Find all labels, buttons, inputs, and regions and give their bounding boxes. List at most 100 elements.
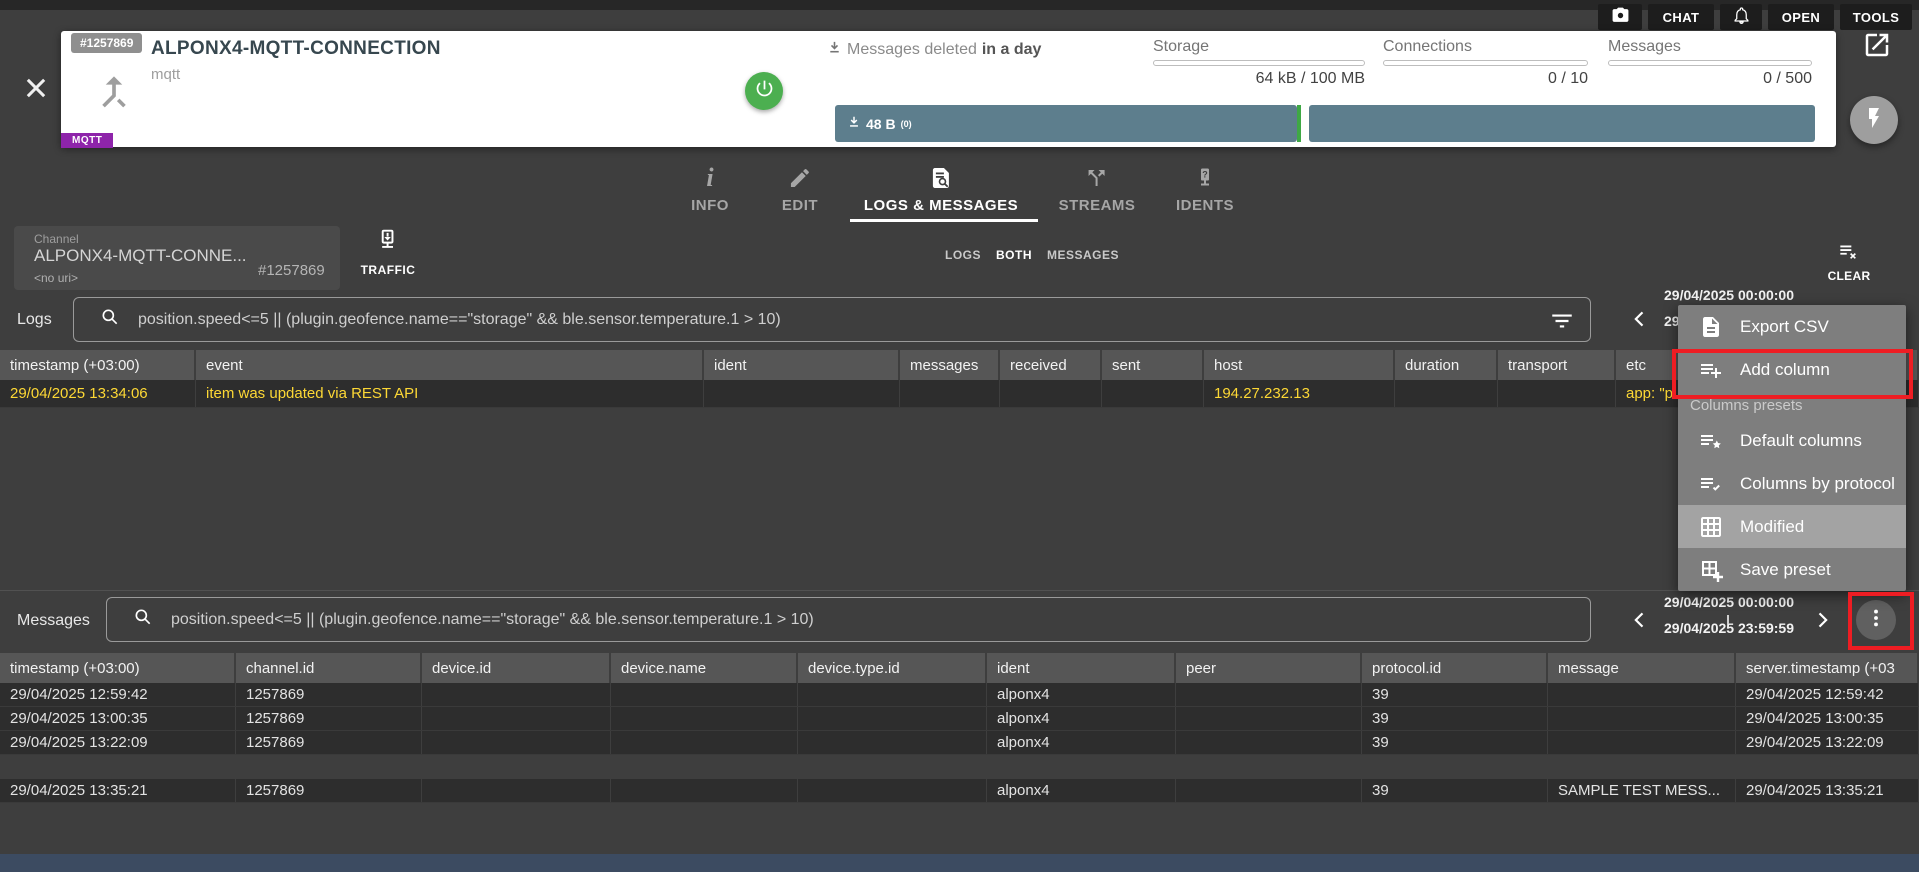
messages-next-range-button[interactable] — [1812, 609, 1832, 631]
buffer-size-badge: 48 B (0) — [835, 115, 912, 132]
column-header-channel-id[interactable]: channel.id — [236, 653, 422, 683]
logs-table: timestamp (+03:00) event ident messages rece… — [0, 350, 1919, 408]
column-header-ident[interactable]: ident — [987, 653, 1176, 683]
notifications-button[interactable] — [1720, 4, 1762, 30]
tab-idents[interactable]: ? IDENTS — [1176, 164, 1234, 214]
column-header-device-type-id[interactable]: device.type.id — [798, 653, 987, 683]
messages-date-range[interactable]: 29/04/2025 00:00:00 29/04/2025 23:59:59 — [1652, 594, 1806, 636]
chat-button[interactable]: CHAT — [1648, 4, 1714, 30]
buffer-segment-1[interactable]: 48 B (0) — [835, 105, 1297, 142]
column-header-timestamp-03-00[interactable]: timestamp (+03:00) — [0, 653, 236, 683]
column-header-device-id[interactable]: device.id — [422, 653, 611, 683]
table-cell: alponx4 — [987, 779, 1176, 802]
list-star-icon — [1699, 429, 1723, 453]
menu-item-columns-by-protocol[interactable]: Columns by protocol — [1678, 462, 1906, 505]
logs-search-input[interactable]: position.speed<=5 || (plugin.geofence.na… — [73, 297, 1591, 342]
column-header-messages[interactable]: messages — [900, 350, 1000, 380]
menu-item-label: Default columns — [1740, 430, 1862, 450]
tab-label: LOGS & MESSAGES — [863, 197, 1019, 214]
table-row[interactable]: 29/04/2025 13:00:35 1257869 alponx4 39 29/04… — [0, 707, 1919, 731]
messages-prev-range-button[interactable] — [1630, 609, 1650, 631]
buffer-divider — [1297, 105, 1301, 142]
deleted-prefix: Messages deleted — [847, 41, 977, 58]
menu-item-save-preset[interactable]: Save preset — [1678, 548, 1906, 591]
column-header-peer[interactable]: peer — [1176, 653, 1362, 683]
table-cell — [1548, 683, 1736, 706]
table-cell: 194.27.232.13 — [1204, 380, 1395, 407]
meter-bar — [1383, 60, 1588, 66]
menu-item-default-columns[interactable]: Default columns — [1678, 419, 1906, 462]
logs-prev-range-button[interactable] — [1630, 308, 1650, 330]
table-row[interactable]: 29/04/2025 13:22:09 1257869 alponx4 39 29/04… — [0, 731, 1919, 755]
tab-label: IDENTS — [1175, 197, 1235, 214]
tools-button[interactable]: TOOLS — [1840, 4, 1912, 30]
column-header-server-timestamp-03[interactable]: server.timestamp (+03 — [1736, 653, 1919, 683]
mode-segment-both[interactable]: BOTH — [996, 248, 1032, 262]
tab-logs-messages[interactable]: LOGS & MESSAGES — [864, 164, 1018, 214]
chevron-right-icon — [1812, 612, 1832, 635]
table-row[interactable]: 29/04/2025 12:59:42 1257869 alponx4 39 29/04… — [0, 683, 1919, 707]
screenshot-button[interactable] — [1598, 4, 1642, 30]
table-cell — [704, 380, 900, 407]
open-in-new-button[interactable] — [1862, 30, 1892, 60]
channel-title: ALPONX4-MQTT-CONNECTION — [151, 38, 441, 59]
messages-search-input[interactable]: position.speed<=5 || (plugin.geofence.na… — [106, 597, 1591, 642]
table-cell — [798, 731, 987, 754]
clear-button[interactable]: CLEAR — [1828, 240, 1871, 283]
column-header-event[interactable]: event — [196, 350, 704, 380]
tab-edit[interactable]: EDIT — [782, 164, 818, 214]
download-icon — [847, 115, 861, 132]
tab-streams[interactable]: STREAMS — [1059, 164, 1136, 214]
pencil-icon — [788, 164, 812, 190]
table-cell — [422, 683, 611, 706]
table-row[interactable]: 29/04/2025 13:35:21 1257869 alponx4 39 SAMPL… — [0, 779, 1919, 803]
mode-segment-logs[interactable]: LOGS — [945, 248, 981, 262]
traffic-button-label: TRAFFIC — [360, 263, 416, 277]
messages-pane-label: Messages — [17, 612, 90, 629]
meter-value: 64 kB / 100 MB — [1255, 70, 1365, 87]
column-header-device-name[interactable]: device.name — [611, 653, 798, 683]
table-cell — [798, 707, 987, 730]
table-cell: 29/04/2025 13:34:06 — [0, 380, 196, 407]
tab-info[interactable]: i INFO — [691, 164, 729, 215]
column-header-transport[interactable]: transport — [1498, 350, 1616, 380]
column-header-protocol-id[interactable]: protocol.id — [1362, 653, 1548, 683]
table-cell: 29/04/2025 12:59:42 — [0, 683, 236, 706]
menu-item-modified[interactable]: Modified — [1678, 505, 1906, 548]
column-header-duration[interactable]: duration — [1395, 350, 1498, 380]
buffer-segment-2[interactable] — [1309, 105, 1815, 142]
table-cell — [1000, 380, 1102, 407]
column-options-menu: Export CSV Add column Columns presets Defau… — [1678, 305, 1906, 591]
column-header-message[interactable]: message — [1548, 653, 1736, 683]
tab-label: STREAMS — [1058, 197, 1136, 214]
search-icon — [107, 607, 153, 632]
menu-item-label: Save preset — [1740, 559, 1831, 579]
messages-date-to: 29/04/2025 23:59:59 — [1664, 620, 1794, 636]
menu-item-export-csv[interactable]: Export CSV — [1678, 305, 1906, 348]
column-header-sent[interactable]: sent — [1102, 350, 1204, 380]
column-header-host[interactable]: host — [1204, 350, 1395, 380]
column-header-received[interactable]: received — [1000, 350, 1102, 380]
column-header-ident[interactable]: ident — [704, 350, 900, 380]
bell-icon — [1732, 6, 1751, 28]
traffic-button[interactable]: TRAFFIC — [361, 228, 416, 277]
logs-date-from: 29/04/2025 00:00:00 — [1664, 287, 1794, 303]
meter-label: Storage — [1153, 38, 1210, 55]
close-button[interactable] — [22, 74, 50, 102]
table-row[interactable]: 29/04/2025 13:34:06 item was updated via … — [0, 380, 1919, 408]
grid-plus-icon — [1699, 558, 1723, 582]
table-cell: 1257869 — [236, 779, 422, 802]
channel-selector-uri: <no uri> — [34, 271, 79, 285]
table-cell — [611, 731, 798, 754]
table-cell: 29/04/2025 13:00:35 — [1736, 707, 1919, 730]
table-cell — [611, 707, 798, 730]
table-cell — [1176, 707, 1362, 730]
open-button[interactable]: OPEN — [1768, 4, 1834, 30]
menu-item-label: Columns by protocol — [1740, 473, 1895, 493]
table-cell: 39 — [1362, 779, 1548, 802]
mode-segment-messages[interactable]: MESSAGES — [1047, 248, 1119, 262]
quick-actions-button[interactable] — [1850, 96, 1898, 144]
column-header-timestamp-03-00[interactable]: timestamp (+03:00) — [0, 350, 196, 380]
channel-power-button[interactable] — [745, 72, 783, 110]
filter-icon[interactable] — [1549, 308, 1575, 334]
